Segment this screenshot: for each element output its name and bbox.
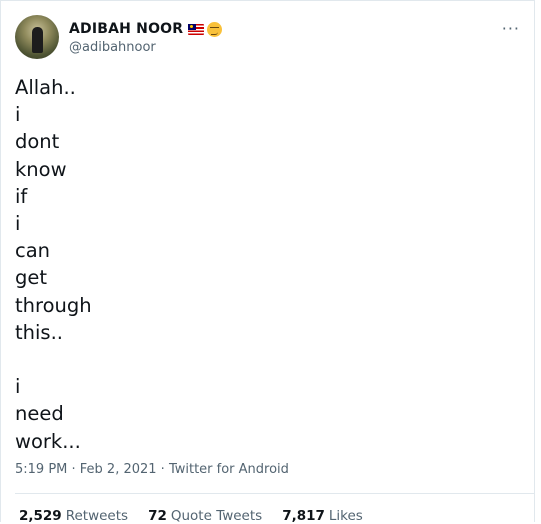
smirk-face-icon bbox=[207, 21, 223, 37]
author-handle[interactable]: @adibahnoor bbox=[69, 40, 222, 55]
avatar[interactable] bbox=[15, 15, 59, 59]
malaysia-flag-icon bbox=[188, 23, 205, 35]
tweet-card: ADIBAH NOOR @adibahnoor ··· Allah.. i do… bbox=[0, 0, 535, 524]
divider bbox=[15, 493, 534, 494]
name-row: ADIBAH NOOR bbox=[69, 19, 223, 39]
author-block: ADIBAH NOOR @adibahnoor bbox=[69, 19, 223, 55]
tweet-timestamp[interactable]: 5:19 PM · Feb 2, 2021 · Twitter for Andr… bbox=[15, 462, 289, 477]
author-name[interactable]: ADIBAH NOOR bbox=[69, 21, 183, 37]
tweet-text: Allah.. i dont know if i can get through… bbox=[15, 76, 92, 453]
tweet-header: ADIBAH NOOR @adibahnoor bbox=[15, 15, 223, 59]
more-options-icon[interactable]: ··· bbox=[502, 21, 520, 37]
